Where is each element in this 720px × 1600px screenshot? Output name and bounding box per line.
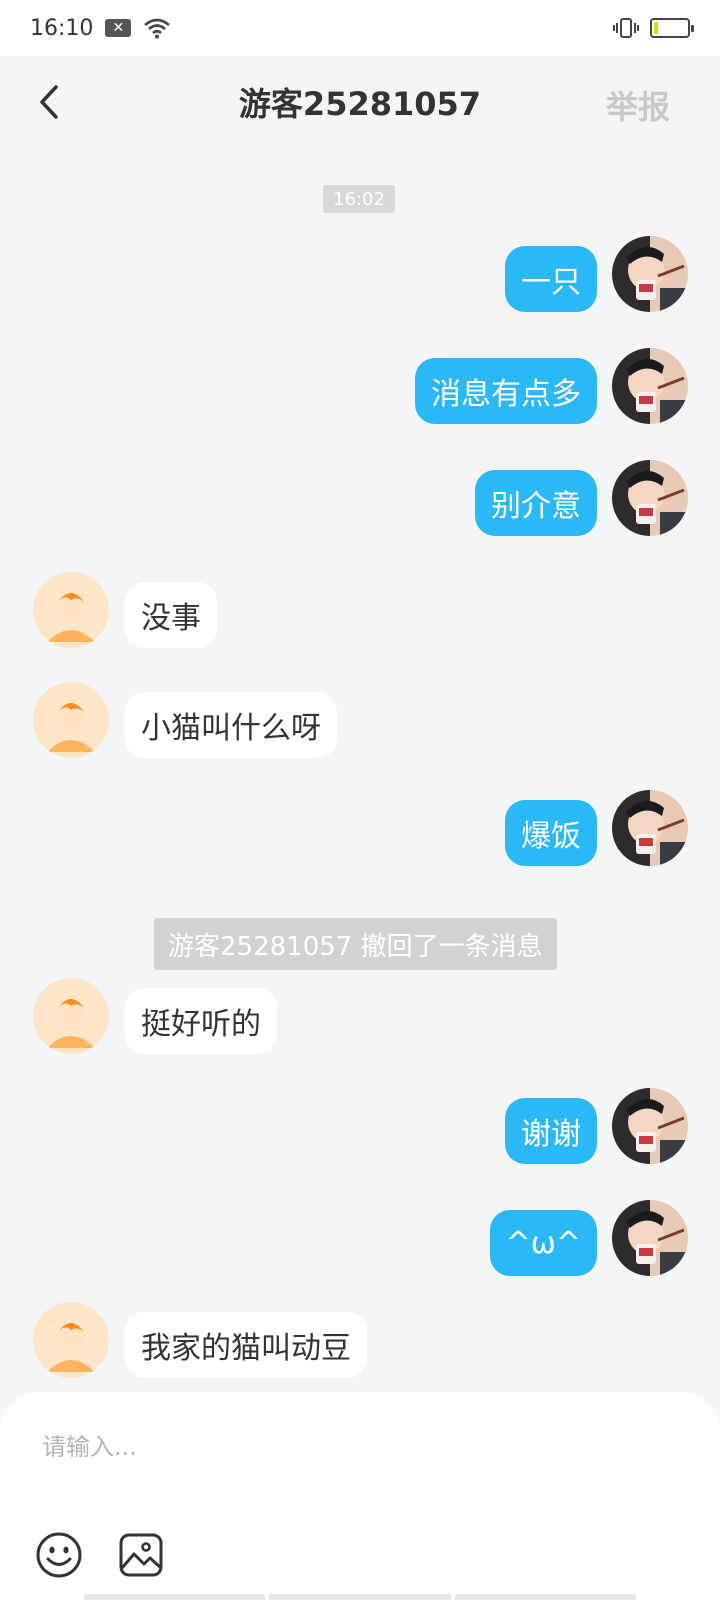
message-row: 没事 <box>0 572 720 650</box>
message-row: 消息有点多 <box>0 348 720 426</box>
message-row: 谢谢 <box>0 1088 720 1166</box>
avatar[interactable] <box>33 572 109 648</box>
avatar[interactable] <box>612 236 688 312</box>
message-row: 挺好听的 <box>0 978 720 1056</box>
message-bubble[interactable]: 一只 <box>505 246 597 312</box>
wifi-icon <box>144 18 171 39</box>
chat-list[interactable]: 16:02 一只 消息有点多 别介意 没事 小猫叫什么呀 爆饭 游客252810… <box>0 148 720 1392</box>
avatar[interactable] <box>612 348 688 424</box>
message-bubble[interactable]: 没事 <box>125 582 217 648</box>
chat-header: 游客25281057 举报 <box>0 56 720 148</box>
avatar[interactable] <box>33 682 109 758</box>
avatar[interactable] <box>612 460 688 536</box>
message-bubble[interactable]: 挺好听的 <box>125 988 277 1054</box>
message-bubble[interactable]: 消息有点多 <box>415 358 597 424</box>
page-title: 游客25281057 <box>238 85 482 123</box>
message-bubble[interactable]: 小猫叫什么呀 <box>125 692 337 758</box>
message-row: 别介意 <box>0 460 720 538</box>
status-bar: 16:10 ✕ <box>0 0 720 56</box>
status-right <box>612 17 694 39</box>
message-row: 小猫叫什么呀 <box>0 682 720 760</box>
status-time: 16:10 <box>30 15 94 41</box>
message-bubble[interactable]: 别介意 <box>475 470 597 536</box>
emoji-button[interactable] <box>34 1530 84 1580</box>
time-divider: 16:02 <box>323 185 395 213</box>
message-bubble[interactable]: 我家的猫叫动豆 <box>125 1312 367 1378</box>
avatar[interactable] <box>612 1200 688 1276</box>
chevron-left-icon <box>40 85 58 119</box>
message-row: ^ω^ <box>0 1200 720 1278</box>
avatar[interactable] <box>33 978 109 1054</box>
message-input[interactable] <box>42 1422 682 1472</box>
smiley-icon <box>36 1532 82 1578</box>
status-left: 16:10 ✕ <box>30 16 171 41</box>
message-bubble[interactable]: ^ω^ <box>489 1210 597 1276</box>
avatar[interactable] <box>33 1302 109 1378</box>
input-panel <box>0 1392 720 1600</box>
message-bubble[interactable]: 爆饭 <box>505 800 597 866</box>
message-bubble[interactable]: 谢谢 <box>505 1098 597 1164</box>
vibrate-icon <box>613 18 639 38</box>
image-button[interactable] <box>116 1530 166 1580</box>
back-button[interactable] <box>34 82 64 122</box>
battery-level-fill <box>654 22 658 34</box>
battery-icon <box>650 18 694 38</box>
message-row: 我家的猫叫动豆 <box>0 1302 720 1380</box>
gesture-bar <box>84 1594 636 1600</box>
avatar[interactable] <box>612 1088 688 1164</box>
report-button[interactable]: 举报 <box>606 82 670 128</box>
recall-notice: 游客25281057 撤回了一条消息 <box>154 918 557 970</box>
message-row: 爆饭 <box>0 790 720 868</box>
image-icon <box>119 1533 163 1577</box>
avatar[interactable] <box>612 790 688 866</box>
close-badge-icon: ✕ <box>105 19 132 37</box>
message-row: 一只 <box>0 236 720 314</box>
